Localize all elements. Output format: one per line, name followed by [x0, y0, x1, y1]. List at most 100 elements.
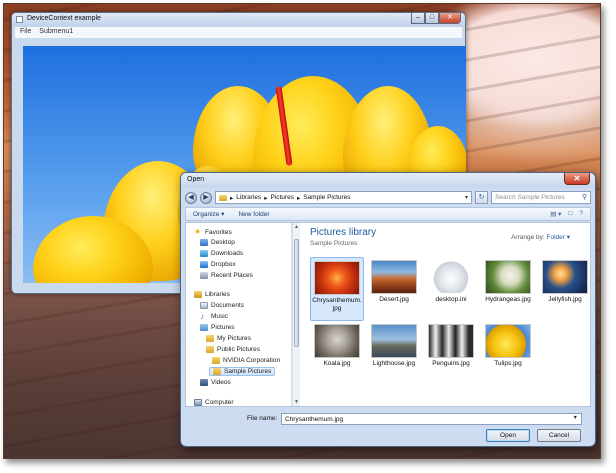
- videos-icon: [200, 379, 208, 386]
- back-button[interactable]: ◀: [185, 191, 197, 204]
- nav-label: Music: [211, 313, 228, 320]
- app-menu-bar: File Submenu1: [15, 27, 462, 38]
- file-label: Tulips.jpg: [494, 360, 522, 367]
- nav-scrollbar[interactable]: ▲ ▼: [292, 223, 300, 406]
- file-tulips[interactable]: Tulips.jpg: [481, 324, 535, 368]
- open-dialog: Open ✕ ◀ ▶ ▸ Libraries ▸ Pictures ▸ Samp…: [180, 172, 596, 447]
- pictures-icon: [200, 324, 208, 331]
- file-label: Jellyfish.jpg: [548, 296, 582, 303]
- nav-my-pictures[interactable]: My Pictures: [206, 335, 251, 342]
- file-name-label: File name:: [247, 415, 278, 422]
- file-lighthouse[interactable]: Lighthouse.jpg: [367, 324, 421, 368]
- app-title: DeviceContext example: [27, 15, 101, 22]
- nav-music[interactable]: ♪ Music: [200, 312, 228, 321]
- search-icon[interactable]: ⚲: [582, 193, 587, 201]
- nav-label: My Pictures: [217, 335, 251, 342]
- file-desktop-ini[interactable]: desktop.ini: [424, 260, 478, 304]
- desktop-icon: [200, 239, 208, 246]
- nav-label: Pictures: [211, 324, 235, 331]
- nav-favorites[interactable]: ★ Favorites: [194, 228, 232, 236]
- recent-places-icon: [200, 272, 208, 279]
- hydrangeas-thumbnail: [485, 260, 531, 294]
- search-placeholder: Search Sample Pictures: [495, 194, 565, 201]
- scroll-up-icon[interactable]: ▲: [294, 224, 299, 230]
- file-label: Koala.jpg: [323, 360, 351, 367]
- maximize-button[interactable]: □: [425, 13, 439, 24]
- nav-videos[interactable]: Videos: [200, 379, 231, 386]
- nav-dropbox[interactable]: Dropbox: [200, 261, 236, 268]
- scroll-down-icon[interactable]: ▼: [294, 399, 299, 405]
- scrollbar-thumb[interactable]: [294, 239, 299, 347]
- documents-icon: [200, 302, 208, 309]
- crumb-sample-pictures[interactable]: Sample Pictures: [303, 194, 350, 201]
- nav-label: Favorites: [205, 228, 232, 236]
- crumb-pictures[interactable]: Pictures: [270, 194, 293, 201]
- file-name-dropdown-icon[interactable]: ▼: [573, 415, 578, 421]
- nav-label: Computer: [205, 399, 234, 406]
- dialog-title: Open: [187, 176, 205, 183]
- minimize-button[interactable]: –: [411, 13, 425, 24]
- chrysanthemum-thumbnail: [314, 261, 360, 295]
- library-subtitle: Sample Pictures: [310, 240, 358, 247]
- nav-label: Dropbox: [211, 261, 236, 268]
- file-name-input[interactable]: Chrysanthemum.jpg ▼: [281, 413, 582, 425]
- nav-pictures[interactable]: Pictures: [200, 324, 234, 331]
- lighthouse-thumbnail: [371, 324, 417, 358]
- penguins-thumbnail: [428, 324, 474, 358]
- view-options-button[interactable]: ▤ ▾: [550, 210, 561, 218]
- folder-icon: [206, 346, 214, 353]
- navigation-pane: ★ Favorites Desktop Downloads Dropbox Rec…: [186, 223, 292, 406]
- file-chrysanthemum[interactable]: Chrysanthemum. jpg: [310, 257, 364, 321]
- arrange-label: Arrange by:: [511, 234, 545, 241]
- crumb-separator[interactable]: ▸: [264, 194, 267, 202]
- nav-libraries[interactable]: Libraries: [194, 291, 230, 298]
- dropbox-icon: [200, 261, 208, 268]
- nav-label: Documents: [211, 302, 244, 309]
- nav-computer[interactable]: Computer: [194, 399, 234, 406]
- organize-button[interactable]: Organize ▾: [193, 210, 224, 218]
- crumb-separator: ▸: [230, 194, 234, 202]
- dialog-title-bar[interactable]: Open ✕: [181, 173, 595, 188]
- nav-recent-places[interactable]: Recent Places: [200, 272, 253, 279]
- nav-label: Recent Places: [211, 272, 253, 279]
- nav-label: Videos: [211, 379, 231, 386]
- file-desert[interactable]: Desert.jpg: [367, 260, 421, 304]
- file-hydrangeas[interactable]: Hydrangeas.jpg: [481, 260, 535, 304]
- forward-button[interactable]: ▶: [200, 191, 212, 204]
- address-bar[interactable]: ▸ Libraries ▸ Pictures ▸ Sample Pictures…: [215, 191, 472, 204]
- menu-submenu1[interactable]: Submenu1: [39, 28, 73, 37]
- app-icon: [16, 16, 23, 23]
- search-input[interactable]: Search Sample Pictures ⚲: [491, 191, 591, 204]
- dialog-close-button[interactable]: ✕: [564, 173, 590, 185]
- open-button[interactable]: Open: [486, 429, 530, 442]
- nav-nvidia-corporation[interactable]: NVIDIA Corporation: [212, 357, 280, 364]
- screenshot-frame: DeviceContext example – □ ✕ File Submenu…: [3, 3, 601, 459]
- nav-documents[interactable]: Documents: [200, 302, 244, 309]
- new-folder-button[interactable]: New folder: [238, 211, 269, 218]
- file-penguins[interactable]: Penguins.jpg: [424, 324, 478, 368]
- menu-file[interactable]: File: [20, 28, 31, 37]
- command-bar: Organize ▾ New folder ▤ ▾ □ ?: [185, 207, 591, 221]
- crumb-libraries[interactable]: Libraries: [236, 194, 261, 201]
- music-icon: ♪: [200, 312, 204, 321]
- app-title-bar[interactable]: DeviceContext example – □ ✕: [12, 13, 465, 27]
- address-dropdown-icon[interactable]: ▾: [465, 194, 468, 201]
- nav-public-pictures[interactable]: Public Pictures: [206, 346, 260, 353]
- file-koala[interactable]: Koala.jpg: [310, 324, 364, 368]
- libraries-icon: [194, 291, 202, 298]
- cancel-button[interactable]: Cancel: [537, 429, 581, 442]
- crumb-separator[interactable]: ▸: [297, 194, 300, 202]
- address-row: ◀ ▶ ▸ Libraries ▸ Pictures ▸ Sample Pict…: [185, 189, 591, 206]
- preview-pane-button[interactable]: □: [568, 210, 572, 218]
- refresh-icon[interactable]: ↻: [475, 191, 488, 204]
- nav-sample-pictures[interactable]: Sample Pictures: [209, 367, 276, 376]
- file-list-pane: Pictures library Sample Pictures Arrange…: [302, 223, 590, 406]
- app-close-button[interactable]: ✕: [439, 13, 461, 24]
- arrange-dropdown[interactable]: Folder ▾: [547, 234, 571, 241]
- desert-thumbnail: [371, 260, 417, 294]
- nav-desktop[interactable]: Desktop: [200, 239, 235, 246]
- file-jellyfish[interactable]: Jellyfish.jpg: [538, 260, 592, 304]
- nav-downloads[interactable]: Downloads: [200, 250, 243, 257]
- nav-label: NVIDIA Corporation: [223, 357, 281, 364]
- help-icon[interactable]: ?: [579, 210, 583, 218]
